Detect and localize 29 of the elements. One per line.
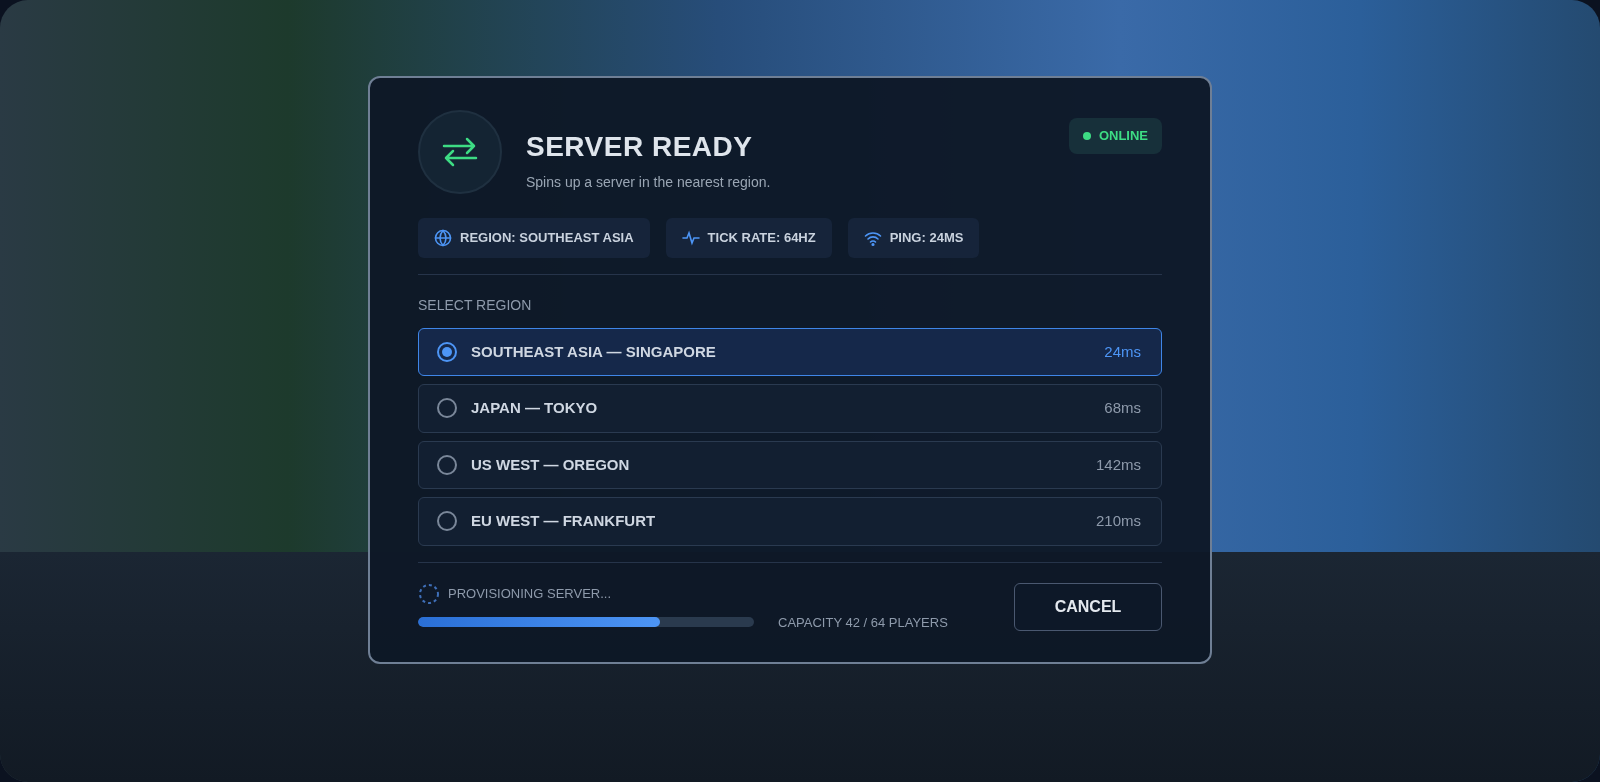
- progress-label: PROVISIONING SERVER...: [448, 584, 612, 603]
- region-option[interactable]: JAPAN — TOKYO 68ms: [418, 384, 1162, 433]
- dialog-title: SERVER READY: [526, 130, 754, 164]
- status-badge: ONLINE: [1068, 118, 1162, 154]
- region-option[interactable]: SOUTHEAST ASIA — SINGAPORE 24ms: [418, 327, 1162, 376]
- region-option[interactable]: EU WEST — FRANKFURT 210ms: [418, 497, 1162, 546]
- chip-label: TICK RATE: 64HZ: [707, 229, 816, 247]
- capacity-text: CAPACITY 42 / 64 PLAYERS: [778, 613, 948, 632]
- region-name: JAPAN — TOKYO: [471, 398, 598, 418]
- region-name: SOUTHEAST ASIA — SINGAPORE: [471, 341, 716, 362]
- dialog-subtitle: Spins up a server in the nearest region.: [526, 173, 771, 192]
- ping-value: 210ms: [1095, 511, 1141, 531]
- swap-arrows-icon: [442, 137, 478, 167]
- region-name: US WEST — OREGON: [471, 454, 630, 475]
- radio-button: [437, 454, 457, 475]
- globe-icon: [434, 228, 452, 247]
- ping-value: 68ms: [1104, 398, 1141, 418]
- cancel-button[interactable]: CANCEL: [1014, 583, 1162, 632]
- spinner-icon: [418, 582, 440, 605]
- ping-value: 24ms: [1104, 341, 1141, 362]
- chip-label: REGION: SOUTHEAST ASIA: [460, 229, 634, 247]
- radio-button: [437, 341, 457, 362]
- radio-button: [437, 398, 457, 419]
- region-option[interactable]: US WEST — OREGON 142ms: [418, 440, 1162, 489]
- ping-value: 142ms: [1095, 454, 1141, 475]
- section-heading: SELECT REGION: [418, 295, 533, 315]
- region-name: EU WEST — FRANKFURT: [471, 511, 656, 531]
- chip-label: PING: 24MS: [889, 229, 964, 247]
- radio-button: [437, 511, 457, 532]
